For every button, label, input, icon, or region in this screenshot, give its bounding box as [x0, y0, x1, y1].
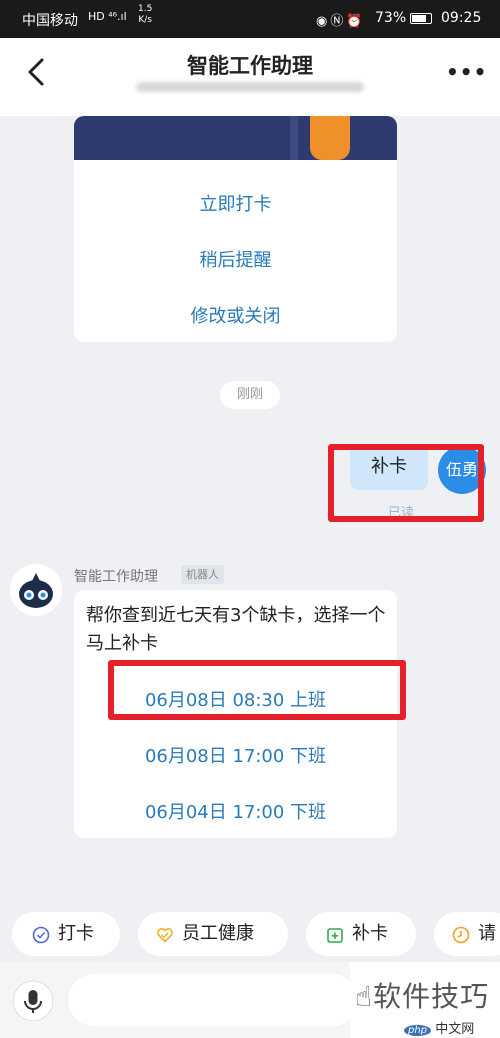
message-input[interactable]: [68, 974, 358, 1026]
status-icons: ◉Ⓝ⏰: [316, 10, 366, 29]
quick-health-button[interactable]: 员工健康: [138, 912, 288, 956]
bot-message-text: 帮你查到近七天有3个缺卡，选择一个马上补卡: [86, 605, 386, 654]
reminder-banner-image: [74, 116, 397, 160]
battery-percent: 73%: [375, 10, 407, 26]
modify-or-close-option[interactable]: 修改或关闭: [74, 302, 397, 328]
clock: 09:25: [441, 10, 482, 26]
quick-action-label: 补卡: [352, 923, 388, 944]
more-options-icon[interactable]: •••: [446, 60, 487, 84]
network-speed: 1.5 K/s: [138, 4, 153, 25]
quick-leave-button[interactable]: 请: [434, 912, 500, 956]
bot-avatar[interactable]: [10, 564, 62, 616]
quick-clock-in-button[interactable]: 打卡: [12, 912, 120, 956]
remind-later-option[interactable]: 稍后提醒: [74, 246, 397, 272]
message-timestamp: 刚刚: [220, 381, 280, 409]
watermark-text: ☝软件技巧: [355, 980, 490, 1013]
chat-area[interactable]: 立即打卡 稍后提醒 修改或关闭 刚刚 补卡 伍勇 已读 智能工作助理 机器人 帮…: [0, 116, 500, 906]
quick-action-label: 请: [478, 923, 496, 944]
highlight-box: [328, 444, 484, 522]
microphone-icon[interactable]: [12, 980, 54, 1022]
robot-tag: 机器人: [181, 565, 224, 584]
thumb-icon: ☝: [355, 980, 374, 1013]
clock-in-now-option[interactable]: 立即打卡: [74, 190, 397, 216]
status-bar: 中国移动 HD ⁴⁶.ıl 1.5 K/s ◉Ⓝ⏰ 73% 09:25: [0, 0, 500, 38]
watermark-logo: php 中文网: [404, 1018, 474, 1037]
alarm-icon: ⏰: [346, 14, 366, 29]
battery-icon: [410, 13, 432, 24]
calendar-plus-icon: [327, 928, 343, 943]
heart-icon: [157, 928, 173, 943]
reminder-card: 立即打卡 稍后提醒 修改或关闭: [74, 116, 397, 342]
quick-action-label: 打卡: [58, 923, 94, 944]
carrier-name: 中国移动: [22, 13, 78, 29]
bot-name: 智能工作助理: [74, 569, 158, 585]
missed-punch-option[interactable]: 06月08日 17:00 下班: [74, 742, 397, 768]
page-title: 智能工作助理: [187, 54, 313, 78]
network-indicator: HD ⁴⁶.ıl: [88, 10, 127, 23]
check-circle-icon: [32, 926, 50, 944]
quick-action-label: 员工健康: [182, 923, 254, 944]
nfc-icon: Ⓝ: [330, 14, 347, 29]
quick-makeup-button[interactable]: 补卡: [306, 912, 416, 956]
highlight-box: [108, 660, 406, 720]
quick-action-bar: 打卡 员工健康 补卡 请: [0, 906, 500, 962]
eye-icon: ◉: [316, 14, 331, 29]
clock-icon: [452, 926, 470, 944]
blurred-subtitle: [136, 82, 364, 92]
chat-header: 智能工作助理 •••: [0, 38, 500, 116]
missed-punch-option[interactable]: 06月04日 17:00 下班: [74, 798, 397, 824]
